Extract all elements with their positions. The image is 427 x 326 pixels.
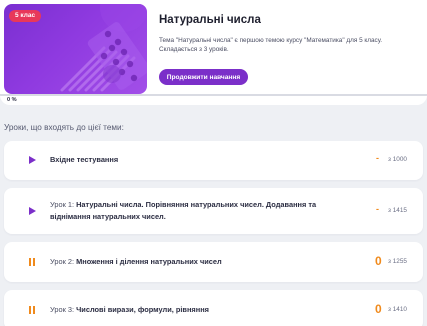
lesson-title: Урок 2: Множення і ділення натуральних ч…: [50, 257, 222, 266]
lesson-max-score: з 1410: [388, 306, 407, 313]
course-progress-label: 0 %: [7, 97, 17, 103]
course-description: Тема "Натуральні числа" є першою темою к…: [159, 37, 383, 53]
course-cover-image: 5 клас: [4, 4, 147, 94]
lesson-score: 0: [375, 302, 382, 316]
lesson-title: Вхідне тестування: [50, 155, 119, 164]
lesson-title: Урок 1: Натуральні числа. Порівняння нат…: [50, 200, 317, 221]
grade-badge: 5 клас: [9, 10, 42, 22]
lesson-title: Урок 3: Числові вирази, формули, рівнянн…: [50, 305, 209, 314]
lesson-max-score: з 1415: [388, 207, 407, 214]
continue-learning-button[interactable]: Продовжити навчання: [159, 69, 248, 85]
lessons-section-title: Уроки, що входять до цієї теми:: [4, 123, 124, 132]
pause-icon: [29, 258, 35, 266]
lesson-max-score: з 1255: [388, 258, 407, 265]
lesson-score: -: [376, 153, 379, 163]
lesson-score: -: [376, 204, 379, 214]
play-icon: [29, 207, 36, 215]
play-icon: [29, 156, 36, 164]
pause-icon: [29, 306, 35, 314]
lesson-card-2[interactable]: Урок 2: Множення і ділення натуральних ч…: [4, 242, 423, 282]
course-title: Натуральні числа: [159, 14, 261, 26]
lesson-card-entry-test[interactable]: Вхідне тестування - з 1000: [4, 141, 423, 180]
lesson-card-3[interactable]: Урок 3: Числові вирази, формули, рівнянн…: [4, 290, 423, 326]
lesson-card-1[interactable]: Урок 1: Натуральні числа. Порівняння нат…: [4, 188, 423, 234]
lesson-max-score: з 1000: [388, 156, 407, 163]
course-progress-bar: [0, 94, 427, 96]
course-header-card: 5 клас Натуральні числа Тема "Натуральні…: [0, 0, 427, 105]
lesson-score: 0: [375, 254, 382, 268]
